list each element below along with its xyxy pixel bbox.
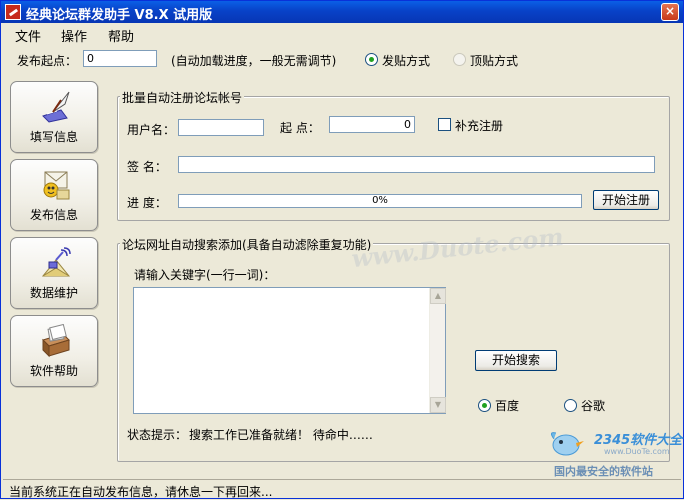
supplement-register-label[interactable]: 补充注册	[455, 117, 503, 134]
post-mode-radio[interactable]	[365, 53, 378, 66]
register-start-input[interactable]	[329, 116, 415, 133]
signature-label: 签 名：	[127, 160, 167, 174]
menu-file[interactable]: 文件	[15, 26, 41, 45]
bump-mode-label[interactable]: 顶贴方式	[470, 52, 518, 69]
start-search-button[interactable]: 开始搜索	[475, 350, 557, 371]
register-legend: 批量自动注册论坛帐号	[120, 89, 245, 106]
status-bar-text: 当前系统正在自动发布信息，请休息一下再回来...	[9, 485, 273, 499]
status-bar: 当前系统正在自动发布信息，请休息一下再回来...	[3, 479, 681, 499]
window-title: 经典论坛群发助手 V8.X 试用版	[26, 8, 213, 23]
signature-input[interactable]	[178, 156, 655, 173]
bird-logo-icon	[550, 432, 584, 456]
brand-logo: 2345软件大全 www.DuoTe.com 国内最安全的软件站	[544, 423, 682, 479]
username-input[interactable]	[178, 119, 264, 136]
brand-url: www.DuoTe.com	[604, 447, 670, 456]
publish-options-row: 发布起点： (自动加载进度，一般无需调节) 发贴方式 顶贴方式	[1, 47, 683, 71]
menu-help[interactable]: 帮助	[108, 26, 134, 45]
register-group: 批量自动注册论坛帐号 用户名： 起 点： 补充注册 签 名： 进 度： 0% 开…	[117, 89, 670, 221]
publish-start-label: 发布起点：	[17, 54, 78, 68]
status-text: 搜索工作已准备就绪！ 待命中……	[189, 428, 373, 442]
keyword-label: 请输入关键字(一行一词)：	[134, 268, 276, 282]
start-register-button[interactable]: 开始注册	[593, 190, 659, 210]
brand-name: 2345软件大全	[594, 433, 683, 448]
baidu-radio[interactable]	[478, 399, 491, 412]
app-icon	[5, 4, 21, 20]
post-mode-label[interactable]: 发贴方式	[382, 52, 430, 69]
fill-info-label: 填写信息	[29, 130, 78, 144]
publish-start-hint: (自动加载进度，一般无需调节)	[171, 54, 337, 68]
scroll-down-icon[interactable]: ▼	[430, 397, 446, 413]
register-start-label: 起 点：	[280, 121, 320, 135]
status-label: 状态提示：	[127, 428, 188, 442]
fill-info-button[interactable]: 填写信息	[10, 81, 98, 153]
mail-envelope-icon	[43, 171, 70, 200]
publish-start-input[interactable]	[83, 50, 157, 67]
publish-info-label: 发布信息	[29, 208, 78, 222]
main-window: 经典论坛群发助手 V8.X 试用版 × 文件 操作 帮助 发布起点： (自动加载…	[0, 0, 684, 499]
software-help-label: 软件帮助	[29, 364, 78, 378]
search-legend: 论坛网址自动搜索添加(具备自动滤除重复功能)	[120, 236, 374, 253]
supplement-register-checkbox[interactable]	[438, 118, 451, 131]
register-progress-bar: 0%	[178, 194, 582, 208]
keyword-scrollbar[interactable]: ▲ ▼	[429, 288, 446, 413]
menu-operate[interactable]: 操作	[61, 26, 87, 45]
google-label[interactable]: 谷歌	[581, 397, 605, 414]
close-button[interactable]: ×	[661, 3, 679, 21]
progress-label: 进 度：	[127, 196, 167, 210]
baidu-label[interactable]: 百度	[495, 397, 519, 414]
quill-pen-icon	[42, 91, 70, 123]
username-label: 用户名：	[127, 123, 176, 137]
scroll-up-icon[interactable]: ▲	[430, 288, 446, 304]
menu-bar: 文件 操作 帮助	[1, 23, 683, 45]
publish-info-button[interactable]: 发布信息	[10, 159, 98, 231]
card-box-icon	[42, 324, 70, 358]
software-help-button[interactable]: 软件帮助	[10, 315, 98, 387]
data-maintenance-label: 数据维护	[29, 286, 78, 300]
satellite-mail-icon	[41, 247, 71, 277]
brand-slogan: 国内最安全的软件站	[554, 465, 653, 478]
title-bar[interactable]: 经典论坛群发助手 V8.X 试用版 ×	[1, 1, 683, 23]
bump-mode-radio[interactable]	[453, 53, 466, 66]
google-radio[interactable]	[564, 399, 577, 412]
keyword-textarea[interactable]: ▲ ▼	[133, 287, 446, 414]
data-maintenance-button[interactable]: 数据维护	[10, 237, 98, 309]
register-progress-text: 0%	[372, 195, 388, 206]
